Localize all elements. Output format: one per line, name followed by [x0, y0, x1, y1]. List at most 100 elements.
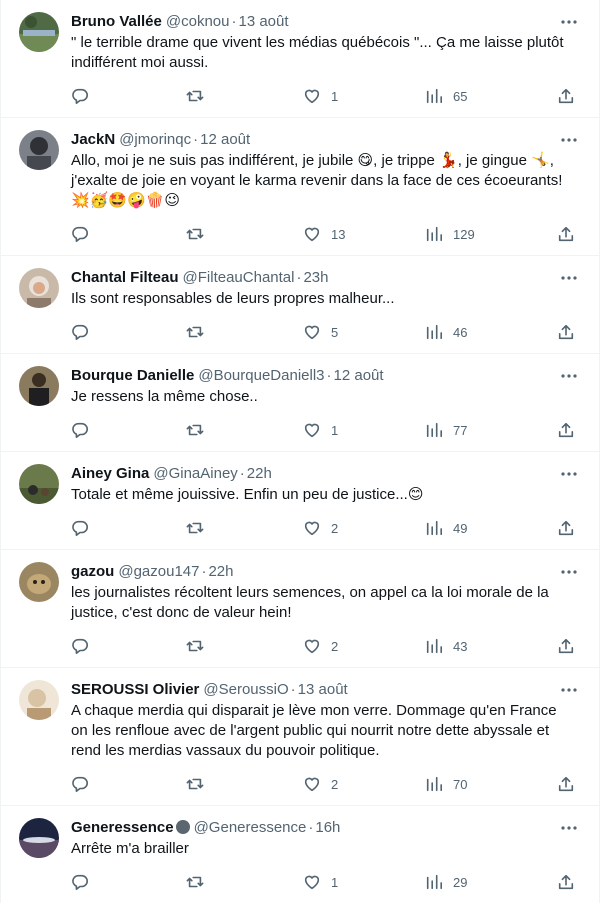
author-name[interactable]: Chantal Filteau	[71, 269, 179, 286]
avatar[interactable]	[19, 268, 59, 308]
heart-icon	[303, 87, 321, 105]
share-button[interactable]	[557, 774, 575, 794]
action-bar: 2 70	[71, 774, 583, 794]
author-handle[interactable]: @BourqueDaniell3	[198, 367, 324, 384]
author-handle[interactable]: @gazou147	[118, 563, 199, 580]
avatar[interactable]	[19, 562, 59, 602]
share-button[interactable]	[557, 322, 575, 342]
tweet-date[interactable]: 13 août	[238, 13, 288, 30]
views-button[interactable]: 29	[425, 872, 467, 892]
author-name[interactable]: Generessence	[71, 819, 174, 836]
more-icon[interactable]	[559, 268, 579, 288]
avatar[interactable]	[19, 464, 59, 504]
views-icon	[425, 873, 443, 891]
like-button[interactable]: 2	[303, 518, 338, 538]
separator-dot: ·	[239, 465, 245, 482]
reply-button[interactable]	[71, 322, 89, 342]
reply-button[interactable]	[71, 636, 89, 656]
retweet-button[interactable]	[186, 86, 204, 106]
heart-icon	[303, 519, 321, 537]
more-icon[interactable]	[559, 562, 579, 582]
like-button[interactable]: 13	[303, 224, 345, 244]
like-button[interactable]: 1	[303, 872, 338, 892]
more-icon[interactable]	[559, 366, 579, 386]
tweet[interactable]: JackN @jmorinqc · 12 août Allo, moi je ne s…	[1, 118, 599, 256]
separator-dot: ·	[201, 563, 207, 580]
reply-button[interactable]	[71, 224, 89, 244]
tweet-date[interactable]: 23h	[303, 269, 328, 286]
tweet[interactable]: Generessence @Generessence · 16h Arrête m'a…	[1, 806, 599, 903]
author-handle[interactable]: @coknou	[166, 13, 230, 30]
like-button[interactable]: 5	[303, 322, 338, 342]
author-handle[interactable]: @Generessence	[194, 819, 307, 836]
retweet-button[interactable]	[186, 322, 204, 342]
author-handle[interactable]: @SeroussiO	[203, 681, 288, 698]
author-name[interactable]: gazou	[71, 563, 114, 580]
tweet-date[interactable]: 22h	[208, 563, 233, 580]
retweet-button[interactable]	[186, 872, 204, 892]
tweet-date[interactable]: 13 août	[298, 681, 348, 698]
share-button[interactable]	[557, 518, 575, 538]
views-button[interactable]: 129	[425, 224, 475, 244]
views-button[interactable]: 70	[425, 774, 467, 794]
tweet[interactable]: Ainey Gina @GinaAiney · 22h Totale et même …	[1, 452, 599, 550]
reply-button[interactable]	[71, 86, 89, 106]
retweet-button[interactable]	[186, 518, 204, 538]
tweet[interactable]: SEROUSSI Olivier @SeroussiO · 13 août A cha…	[1, 668, 599, 806]
heart-icon	[303, 637, 321, 655]
retweet-button[interactable]	[186, 224, 204, 244]
tweet-text: A chaque merdia qui disparait je lève mo…	[71, 701, 581, 761]
reply-button[interactable]	[71, 518, 89, 538]
author-handle[interactable]: @jmorinqc	[119, 131, 191, 148]
reply-button[interactable]	[71, 420, 89, 440]
tweet-text-line: Totale et même jouissive. Enfin un peu d…	[71, 486, 424, 503]
share-button[interactable]	[557, 86, 575, 106]
like-button[interactable]: 2	[303, 774, 338, 794]
views-button[interactable]: 65	[425, 86, 467, 106]
share-button[interactable]	[557, 636, 575, 656]
author-name[interactable]: SEROUSSI Olivier	[71, 681, 199, 698]
avatar[interactable]	[19, 680, 59, 720]
share-button[interactable]	[557, 420, 575, 440]
more-icon[interactable]	[559, 818, 579, 838]
retweet-button[interactable]	[186, 420, 204, 440]
tweet-text: Arrête m'a brailler	[71, 839, 581, 859]
tweet-date[interactable]: 22h	[247, 465, 272, 482]
more-icon[interactable]	[559, 680, 579, 700]
views-button[interactable]: 77	[425, 420, 467, 440]
tweet[interactable]: Chantal Filteau @FilteauChantal · 23h Ils s…	[1, 256, 599, 354]
share-button[interactable]	[557, 224, 575, 244]
author-handle[interactable]: @FilteauChantal	[183, 269, 295, 286]
tweet[interactable]: Bruno Vallée @coknou · 13 août " le terribl…	[1, 0, 599, 118]
avatar[interactable]	[19, 12, 59, 52]
more-icon[interactable]	[559, 12, 579, 32]
tweet-text-line: Allo, moi je ne suis pas indifférent, je…	[71, 152, 554, 169]
tweet[interactable]: gazou @gazou147 · 22h les journalistes réco…	[1, 550, 599, 668]
author-name[interactable]: Bruno Vallée	[71, 13, 162, 30]
author-name[interactable]: Ainey Gina	[71, 465, 149, 482]
views-button[interactable]: 49	[425, 518, 467, 538]
like-button[interactable]: 1	[303, 420, 338, 440]
author-name[interactable]: JackN	[71, 131, 115, 148]
author-handle[interactable]: @GinaAiney	[153, 465, 237, 482]
more-icon[interactable]	[559, 464, 579, 484]
tweet-date[interactable]: 16h	[315, 819, 340, 836]
reply-button[interactable]	[71, 774, 89, 794]
retweet-button[interactable]	[186, 636, 204, 656]
retweet-button[interactable]	[186, 774, 204, 794]
author-name[interactable]: Bourque Danielle	[71, 367, 194, 384]
avatar[interactable]	[19, 366, 59, 406]
like-button[interactable]: 2	[303, 636, 338, 656]
share-icon	[557, 637, 575, 655]
tweet-date[interactable]: 12 août	[200, 131, 250, 148]
avatar[interactable]	[19, 130, 59, 170]
share-button[interactable]	[557, 872, 575, 892]
like-button[interactable]: 1	[303, 86, 338, 106]
avatar[interactable]	[19, 818, 59, 858]
tweet[interactable]: Bourque Danielle @BourqueDaniell3 · 12 août…	[1, 354, 599, 452]
reply-button[interactable]	[71, 872, 89, 892]
views-button[interactable]: 43	[425, 636, 467, 656]
tweet-date[interactable]: 12 août	[334, 367, 384, 384]
more-icon[interactable]	[559, 130, 579, 150]
views-button[interactable]: 46	[425, 322, 467, 342]
